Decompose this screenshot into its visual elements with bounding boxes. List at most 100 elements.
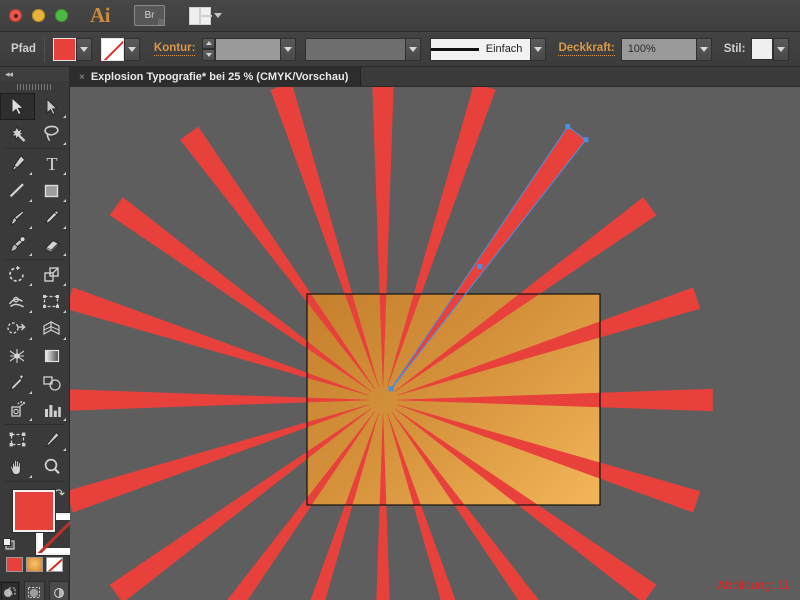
tools-divider	[4, 259, 65, 260]
zoom-tool[interactable]	[35, 453, 70, 480]
opacity-field[interactable]: 100%	[621, 38, 712, 61]
opacity-dropdown-button[interactable]	[696, 38, 712, 61]
draw-normal[interactable]	[0, 581, 20, 600]
tools-panel-grip[interactable]	[0, 81, 69, 93]
swap-fill-stroke-icon[interactable]: ↷	[54, 487, 65, 500]
stroke-weight-field[interactable]	[202, 38, 296, 61]
graphic-style-dropdown-button[interactable]	[773, 38, 789, 61]
hand-tool[interactable]	[0, 453, 35, 480]
graphic-style-field[interactable]	[751, 38, 789, 61]
symbol-sprayer-tool[interactable]	[0, 396, 35, 423]
document-tab-title: Explosion Typografie* bei 25 % (CMYK/Vor…	[91, 71, 349, 83]
anchor-point[interactable]	[565, 124, 570, 129]
arrange-documents-button[interactable]	[189, 7, 222, 25]
tools-divider	[4, 424, 65, 425]
anchor-point[interactable]	[583, 137, 588, 142]
line-segment-tool[interactable]	[0, 177, 35, 204]
pen-tool[interactable]	[0, 150, 35, 177]
document-canvas[interactable]: Abbildung: 11	[70, 87, 800, 600]
width-tool[interactable]	[0, 288, 35, 315]
caret-up-icon	[206, 41, 212, 45]
application-bar: Ai Br	[0, 0, 800, 32]
tools-group-navigation	[0, 426, 69, 480]
stroke-control[interactable]	[101, 38, 140, 61]
tool-flyout-indicator	[29, 475, 32, 478]
variable-width-input[interactable]	[305, 38, 405, 61]
chevron-down-icon	[80, 47, 88, 52]
blob-brush-tool[interactable]	[0, 231, 35, 258]
chevron-down-icon	[777, 47, 785, 52]
paintbrush-tool[interactable]	[0, 204, 35, 231]
shape-builder-tool[interactable]	[0, 315, 35, 342]
stroke-weight-stepper[interactable]	[202, 38, 215, 61]
none-mode[interactable]	[46, 557, 63, 572]
free-transform-tool[interactable]	[35, 288, 70, 315]
default-fill-stroke-icon[interactable]	[2, 537, 18, 556]
eyedropper-tool[interactable]	[0, 369, 35, 396]
window-minimize-button[interactable]	[32, 9, 45, 22]
rotate-tool[interactable]	[0, 261, 35, 288]
brush-definition-dropdown-button[interactable]	[530, 38, 546, 61]
brush-definition-value[interactable]: Einfach	[430, 38, 530, 61]
blend-tool[interactable]	[35, 369, 70, 396]
tool-flyout-indicator	[29, 199, 32, 202]
draw-inside[interactable]	[49, 581, 69, 600]
tools-panel-collapse[interactable]: ◂◂	[0, 67, 69, 81]
pencil-tool[interactable]	[35, 204, 70, 231]
selection-tool[interactable]	[0, 93, 35, 120]
brush-definition-field[interactable]: Einfach	[430, 38, 546, 61]
direct-selection-tool[interactable]	[35, 93, 70, 120]
color-mode[interactable]	[6, 557, 23, 572]
arrange-documents-icon	[189, 7, 211, 25]
tool-flyout-indicator	[63, 337, 66, 340]
chevron-down-icon	[700, 47, 708, 52]
gradient-tool[interactable]	[35, 342, 70, 369]
graphic-style-swatch[interactable]	[751, 38, 773, 60]
magic-wand-tool[interactable]	[0, 120, 35, 147]
type-tool[interactable]: T	[35, 150, 70, 177]
window-zoom-button[interactable]	[55, 9, 68, 22]
gradient-mode[interactable]	[26, 557, 43, 572]
variable-width-profile-field[interactable]	[305, 38, 421, 61]
draw-behind[interactable]	[24, 581, 44, 600]
artboard-tool[interactable]	[0, 426, 35, 453]
stroke-dropdown-button[interactable]	[124, 38, 140, 61]
slice-tool[interactable]	[35, 426, 70, 453]
perspective-grid-tool[interactable]	[35, 315, 70, 342]
tool-fill-swatch[interactable]	[13, 490, 55, 532]
chevron-down-icon	[534, 47, 542, 52]
stroke-weight-dropdown-button[interactable]	[280, 38, 296, 61]
opacity-label[interactable]: Deckkraft:	[558, 42, 614, 56]
stroke-weight-label[interactable]: Kontur:	[154, 42, 196, 56]
scale-tool[interactable]	[35, 261, 70, 288]
control-bar: Pfad Kontur:	[0, 32, 800, 67]
variable-width-dropdown-button[interactable]	[405, 38, 421, 61]
fill-dropdown-button[interactable]	[76, 38, 92, 61]
mesh-tool[interactable]	[0, 342, 35, 369]
eraser-tool[interactable]	[35, 231, 70, 258]
stroke-swatch[interactable]	[101, 38, 124, 61]
fill-swatch[interactable]	[53, 38, 76, 61]
tool-flyout-indicator	[63, 142, 66, 145]
document-tab[interactable]: × Explosion Typografie* bei 25 % (CMYK/V…	[70, 67, 361, 87]
fill-control[interactable]	[53, 38, 92, 61]
svg-text:T: T	[46, 154, 57, 173]
tool-flyout-indicator	[63, 199, 66, 202]
tool-flyout-indicator	[63, 310, 66, 313]
close-icon[interactable]: ×	[79, 72, 85, 83]
stepper-down[interactable]	[202, 49, 215, 61]
opacity-input[interactable]: 100%	[621, 38, 696, 61]
chevron-down-icon	[214, 13, 222, 18]
stepper-up[interactable]	[202, 38, 215, 50]
anchor-point[interactable]	[389, 386, 394, 391]
stroke-preview-line	[431, 48, 478, 51]
tool-flyout-indicator	[29, 253, 32, 256]
center-point[interactable]	[477, 264, 482, 269]
rectangle-tool[interactable]	[35, 177, 70, 204]
tools-panel: ◂◂ T	[0, 67, 70, 600]
stroke-weight-input[interactable]	[215, 38, 280, 61]
lasso-tool[interactable]	[35, 120, 70, 147]
window-close-button[interactable]	[9, 9, 22, 22]
launch-bridge-button[interactable]: Br	[134, 5, 165, 26]
column-graph-tool[interactable]	[35, 396, 70, 423]
